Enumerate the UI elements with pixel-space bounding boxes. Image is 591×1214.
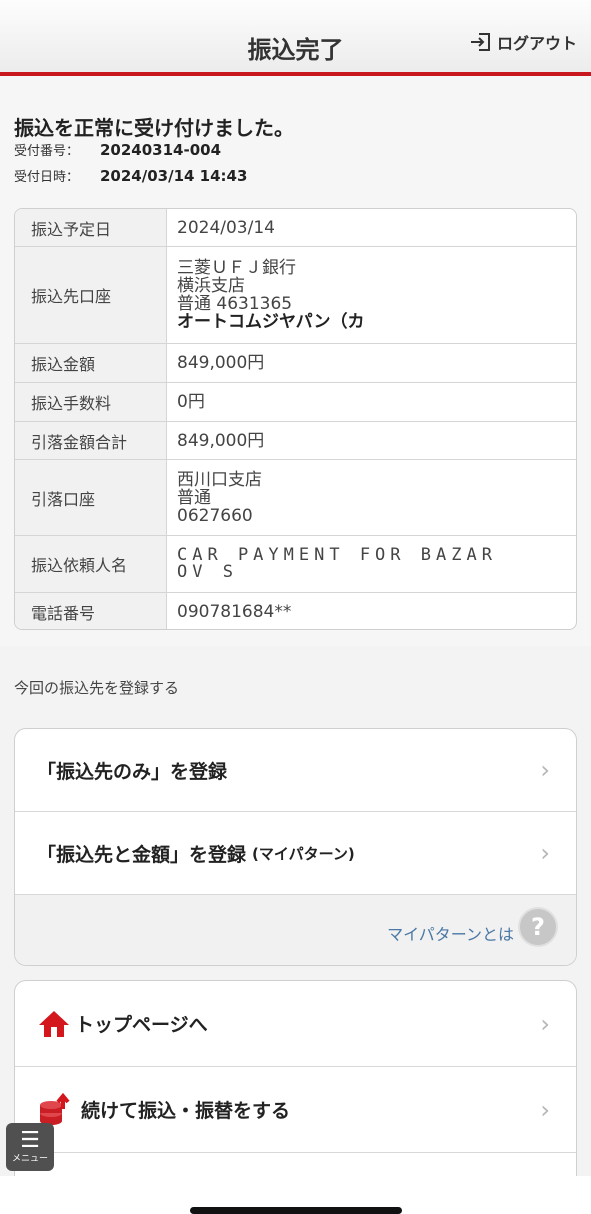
- header-bar: 振込完了 ログアウト: [0, 0, 591, 76]
- table-row: 振込金額 849,000円: [15, 344, 576, 383]
- table-row: 振込手数料 0円: [15, 383, 576, 422]
- register-payee-amount-button[interactable]: 「振込先と金額」を登録 (マイパターン) ›: [15, 812, 576, 895]
- register-payee-only-button[interactable]: 「振込先のみ」を登録 ›: [15, 729, 576, 812]
- menu-icon: ☰: [20, 1127, 40, 1153]
- home-indicator[interactable]: [190, 1207, 402, 1214]
- value-line: 0円: [177, 392, 205, 412]
- chevron-right-icon: ›: [540, 839, 550, 867]
- register-section-label: 今回の振込先を登録する: [14, 679, 180, 697]
- chevron-right-icon: ›: [540, 1095, 550, 1124]
- home-icon: [39, 1010, 69, 1037]
- chevron-right-icon: ›: [540, 1009, 550, 1038]
- register-card: 「振込先のみ」を登録 › 「振込先と金額」を登録 (マイパターン) › マイパタ…: [14, 728, 577, 966]
- row-label: 振込金額: [15, 344, 167, 382]
- row-value: 0円: [167, 383, 576, 421]
- value-line: 0627660: [177, 505, 253, 526]
- register-payee-amount-label: 「振込先と金額」を登録: [37, 843, 247, 866]
- value-line: 西川口支店: [177, 469, 262, 490]
- top-page-button[interactable]: トップページへ ›: [15, 981, 576, 1067]
- my-pattern-help-link[interactable]: マイパターンとは: [387, 921, 514, 945]
- receipt-number-label: 受付番号：: [14, 144, 80, 159]
- value-line: 横浜支店: [177, 276, 245, 296]
- table-row: 電話番号 090781684**: [15, 593, 576, 629]
- row-label: 振込先口座: [15, 247, 167, 343]
- table-row: 振込依頼人名 CAR PAYMENT FOR BAZAR OV S: [15, 536, 576, 593]
- top-page-label: トップページへ: [75, 1014, 208, 1036]
- receipt-datetime: 2024/03/14 14:43: [100, 167, 248, 185]
- table-row: 振込予定日 2024/03/14: [15, 209, 576, 247]
- logout-label: ログアウト: [496, 34, 577, 53]
- payee-name: オートコムジヤパン（カ: [177, 312, 365, 332]
- chevron-right-icon: ›: [540, 756, 550, 784]
- value-line: 849,000円: [177, 353, 265, 373]
- question-icon[interactable]: ?: [518, 907, 558, 947]
- transfer-details-table: 振込予定日 2024/03/14 振込先口座 三菱ＵＦＪ銀行 横浜支店 普通 4…: [14, 208, 577, 630]
- value-line: 三菱ＵＦＪ銀行: [177, 258, 296, 278]
- receipt-number-row: 受付番号： 20240314-004: [14, 140, 221, 159]
- row-value: 三菱ＵＦＪ銀行 横浜支店 普通 4631365 オートコムジヤパン（カ: [167, 247, 576, 343]
- value-line: 普通: [177, 487, 211, 508]
- logout-button[interactable]: ログアウト: [470, 30, 577, 54]
- row-value: 2024/03/14: [167, 209, 576, 246]
- row-label: 電話番号: [15, 593, 167, 629]
- receipt-datetime-label: 受付日時：: [14, 170, 80, 185]
- my-pattern-note: (マイパターン): [252, 844, 355, 863]
- row-value: 西川口支店 普通 0627660: [167, 460, 576, 535]
- table-row: 引落金額合計 849,000円: [15, 422, 576, 460]
- value-line: 普通 4631365: [177, 294, 293, 314]
- menu-button[interactable]: ☰ メニュー: [6, 1123, 54, 1171]
- table-row: 引落口座 西川口支店 普通 0627660: [15, 460, 576, 536]
- receipt-number: 20240314-004: [100, 141, 222, 159]
- value-line: 849,000円: [177, 430, 265, 451]
- help-row: マイパターンとは ?: [15, 895, 576, 965]
- row-label: 振込予定日: [15, 209, 167, 246]
- continue-transfer-label: 続けて振込・振替をする: [81, 1100, 291, 1122]
- register-payee-only-label: 「振込先のみ」を登録: [37, 760, 228, 783]
- continue-transfer-button[interactable]: 続けて振込・振替をする ›: [15, 1067, 576, 1153]
- row-value: 849,000円: [167, 422, 576, 459]
- row-value: 849,000円: [167, 344, 576, 382]
- coins-arrow-icon: [40, 1092, 70, 1125]
- menu-label: メニュー: [11, 1153, 48, 1164]
- table-row: 振込先口座 三菱ＵＦＪ銀行 横浜支店 普通 4631365 オートコムジヤパン（…: [15, 247, 576, 344]
- row-label: 引落口座: [15, 460, 167, 535]
- row-value: 090781684**: [167, 593, 576, 629]
- row-label: 振込手数料: [15, 383, 167, 421]
- logout-icon: [470, 33, 490, 51]
- row-label: 振込依頼人名: [15, 536, 167, 592]
- completion-message: 振込を正常に受け付けました。: [14, 116, 294, 140]
- value-line: 090781684**: [177, 602, 292, 622]
- row-value: CAR PAYMENT FOR BAZAR OV S: [167, 536, 576, 592]
- row-label: 引落金額合計: [15, 422, 167, 459]
- value-line: 2024/03/14: [177, 217, 275, 238]
- receipt-datetime-row: 受付日時： 2024/03/14 14:43: [14, 166, 247, 185]
- value-line: OV S: [177, 562, 238, 582]
